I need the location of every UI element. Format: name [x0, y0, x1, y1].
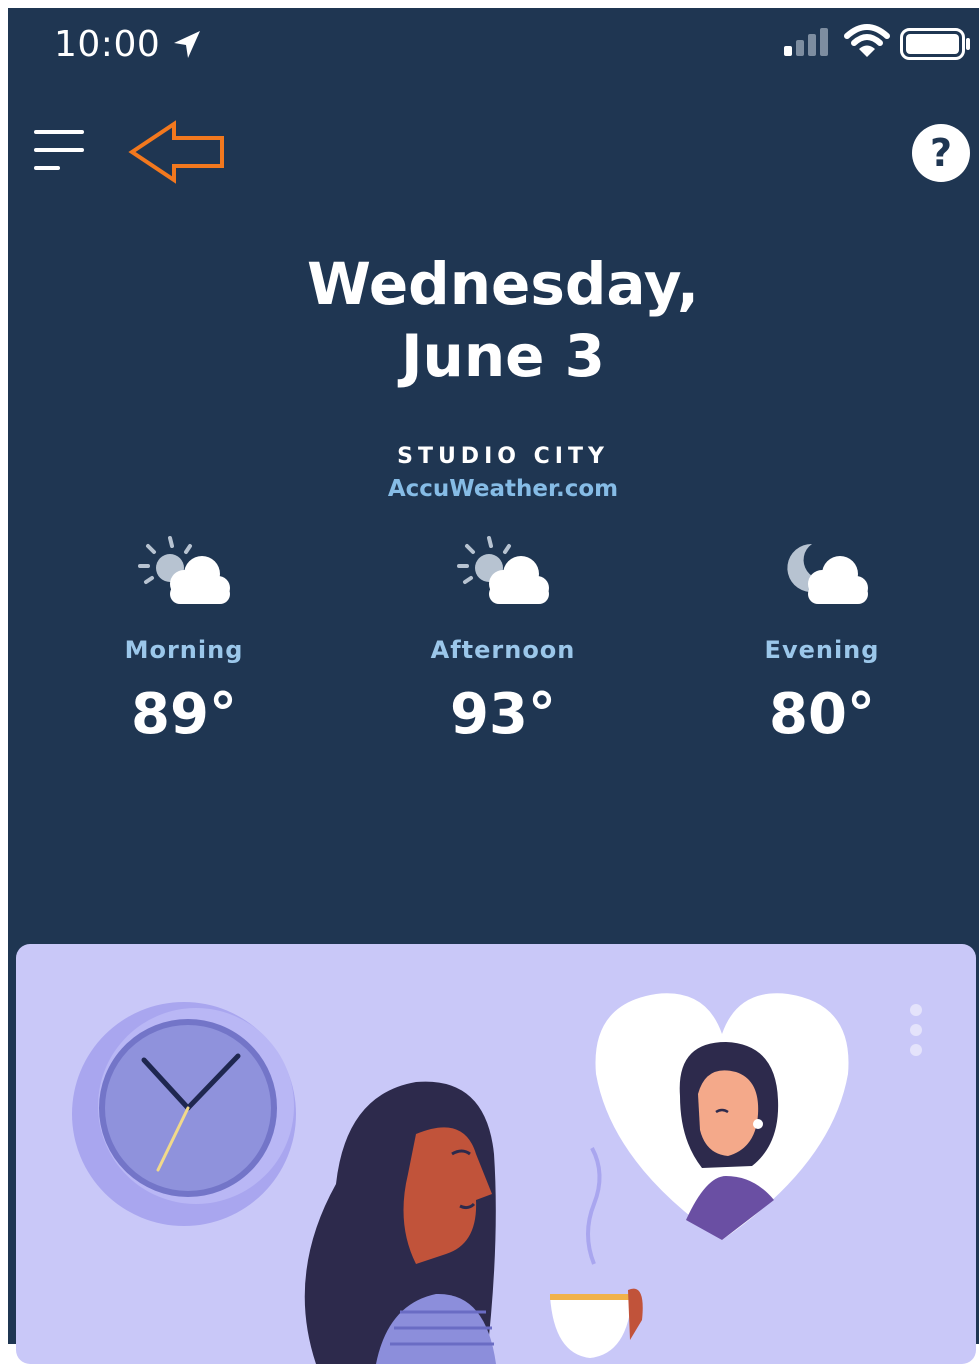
forecast-temperature: 93°: [450, 682, 556, 747]
partly-cloudy-day-icon: [138, 536, 230, 604]
forecast-afternoon[interactable]: Afternoon 93°: [403, 532, 603, 747]
forecast-morning[interactable]: Morning 89°: [84, 532, 284, 747]
orange-arrow-left-icon: [128, 120, 224, 184]
partly-cloudy-night-icon: [787, 543, 868, 604]
forecast-period-label: Evening: [764, 636, 880, 664]
help-button[interactable]: ?: [912, 124, 970, 182]
card-more-options-icon[interactable]: [902, 1000, 930, 1060]
date-line-weekday: Wednesday,: [306, 250, 700, 318]
illustration-card[interactable]: [16, 944, 976, 1364]
cellular-signal-icon: [784, 28, 828, 56]
weather-source-link[interactable]: AccuWeather.com: [8, 476, 979, 502]
battery-icon: [900, 28, 970, 60]
hamburger-menu-icon[interactable]: [32, 126, 88, 174]
forecast-temperature: 80°: [769, 682, 875, 747]
location-arrow-icon: [174, 31, 200, 58]
forecast-period-label: Afternoon: [430, 636, 576, 664]
forecast-temperature: 89°: [131, 682, 237, 747]
date-heading: Wednesday, June 3: [8, 248, 979, 392]
illustration-image: [72, 993, 849, 1364]
wifi-icon: [844, 24, 890, 57]
forecast-period-label: Morning: [124, 636, 244, 664]
status-time: 10:00: [54, 24, 161, 65]
date-line-day: June 3: [400, 322, 606, 390]
city-label: STUDIO CITY: [397, 444, 609, 469]
partly-cloudy-day-icon: [457, 536, 549, 604]
forecast-evening[interactable]: Evening 80°: [722, 532, 922, 747]
